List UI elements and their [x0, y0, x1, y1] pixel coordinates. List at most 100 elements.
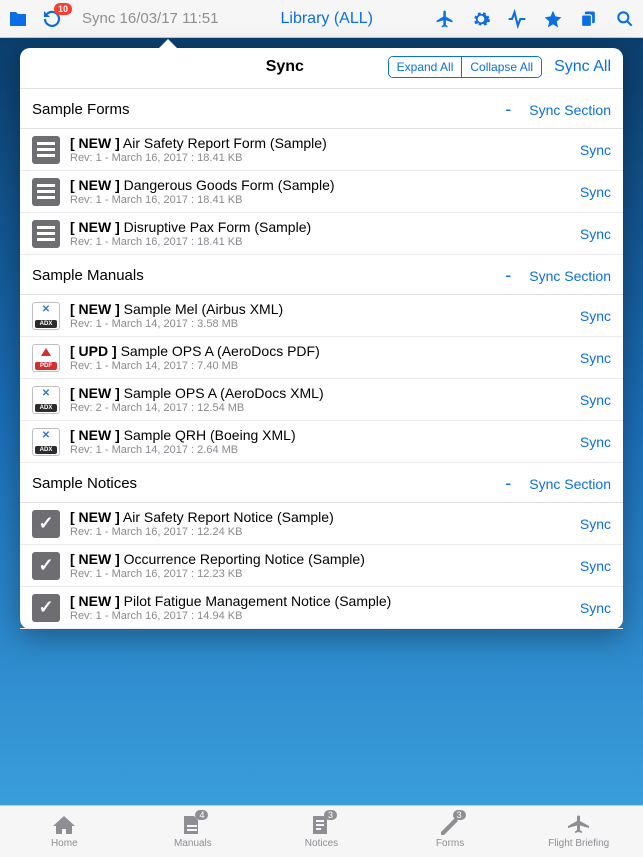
top-toolbar: 10 Sync 16/03/17 11:51 Library (ALL) — [0, 0, 643, 38]
list-item[interactable]: [ UPD ] Sample OPS A (AeroDocs PDF)Rev: … — [20, 337, 623, 379]
section-title: Sample Manuals — [32, 267, 505, 284]
item-name: Sample OPS A (AeroDocs XML) — [124, 385, 324, 401]
sync-section-button[interactable]: Sync Section — [529, 102, 611, 118]
tab-flight-briefing[interactable]: Flight Briefing — [514, 806, 643, 857]
tab-badge: 4 — [195, 810, 208, 820]
folder-icon[interactable] — [8, 10, 28, 28]
chk-file-icon — [32, 552, 60, 580]
section-header: Sample Forms- Sync Section — [20, 89, 623, 129]
status-tag: [ NEW ] — [70, 551, 120, 567]
refresh-badge: 10 — [54, 3, 72, 15]
list-item[interactable]: [ NEW ] Dangerous Goods Form (Sample)Rev… — [20, 171, 623, 213]
item-name: Air Safety Report Notice (Sample) — [123, 509, 334, 525]
search-icon[interactable] — [615, 9, 635, 29]
tab-label: Notices — [305, 838, 338, 849]
item-text: [ NEW ] Air Safety Report Form (Sample)R… — [70, 135, 580, 164]
star-icon[interactable] — [543, 9, 563, 29]
popover-title: Sync — [182, 58, 388, 76]
list-item[interactable]: [ NEW ] Disruptive Pax Form (Sample)Rev:… — [20, 213, 623, 255]
tab-label: Manuals — [174, 838, 212, 849]
item-meta: Rev: 1 - March 16, 2017 : 12.23 KB — [70, 568, 580, 580]
item-text: [ NEW ] Occurrence Reporting Notice (Sam… — [70, 551, 580, 580]
list-item[interactable]: [ NEW ] Pilot Fatigue Management Notice … — [20, 587, 623, 629]
xml-file-icon — [32, 428, 60, 456]
item-text: [ NEW ] Sample OPS A (AeroDocs XML)Rev: … — [70, 385, 580, 414]
popover-header: Sync Expand All Collapse All Sync All — [20, 48, 623, 89]
section-title: Sample Forms — [32, 101, 505, 118]
tab-home[interactable]: Home — [0, 806, 129, 857]
sync-popover: Sync Expand All Collapse All Sync All Sa… — [20, 48, 623, 629]
sync-item-button[interactable]: Sync — [580, 434, 611, 450]
sync-item-button[interactable]: Sync — [580, 558, 611, 574]
status-tag: [ NEW ] — [70, 135, 120, 151]
tab-badge: 3 — [324, 810, 337, 820]
list-item[interactable]: [ NEW ] Sample QRH (Boeing XML)Rev: 1 - … — [20, 421, 623, 463]
chk-file-icon — [32, 594, 60, 622]
sync-all-button[interactable]: Sync All — [554, 58, 611, 76]
item-meta: Rev: 2 - March 14, 2017 : 12.54 MB — [70, 402, 580, 414]
status-tag: [ NEW ] — [70, 219, 120, 235]
status-tag: [ UPD ] — [70, 343, 117, 359]
sync-item-button[interactable]: Sync — [580, 392, 611, 408]
status-tag: [ NEW ] — [70, 177, 120, 193]
collapse-toggle[interactable]: - — [505, 99, 511, 120]
item-meta: Rev: 1 - March 16, 2017 : 18.41 KB — [70, 152, 580, 164]
gear-icon[interactable] — [471, 9, 491, 29]
sync-item-button[interactable]: Sync — [580, 184, 611, 200]
item-name: Disruptive Pax Form (Sample) — [124, 219, 312, 235]
sync-item-button[interactable]: Sync — [580, 308, 611, 324]
expand-all-button[interactable]: Expand All — [389, 57, 462, 77]
item-text: [ UPD ] Sample OPS A (AeroDocs PDF)Rev: … — [70, 343, 580, 372]
xml-file-icon — [32, 386, 60, 414]
sync-item-button[interactable]: Sync — [580, 350, 611, 366]
item-text: [ NEW ] Sample QRH (Boeing XML)Rev: 1 - … — [70, 427, 580, 456]
tab-label: Flight Briefing — [548, 838, 609, 849]
refresh-icon[interactable]: 10 — [42, 9, 62, 29]
sync-timestamp: Sync 16/03/17 11:51 — [82, 10, 219, 27]
item-text: [ NEW ] Disruptive Pax Form (Sample)Rev:… — [70, 219, 580, 248]
list-item[interactable]: [ NEW ] Occurrence Reporting Notice (Sam… — [20, 545, 623, 587]
tab-label: Forms — [436, 838, 464, 849]
item-name: Pilot Fatigue Management Notice (Sample) — [124, 593, 392, 609]
list-item[interactable]: [ NEW ] Sample Mel (Airbus XML)Rev: 1 - … — [20, 295, 623, 337]
sync-section-button[interactable]: Sync Section — [529, 476, 611, 492]
collapse-all-button[interactable]: Collapse All — [461, 57, 541, 77]
item-meta: Rev: 1 - March 14, 2017 : 3.58 MB — [70, 318, 580, 330]
item-meta: Rev: 1 - March 16, 2017 : 12.24 KB — [70, 526, 580, 538]
tab-label: Home — [51, 838, 78, 849]
item-meta: Rev: 1 - March 14, 2017 : 2.64 MB — [70, 444, 580, 456]
tab-notices[interactable]: 3 Notices — [257, 806, 386, 857]
sync-item-button[interactable]: Sync — [580, 516, 611, 532]
status-tag: [ NEW ] — [70, 427, 120, 443]
section-title: Sample Notices — [32, 475, 505, 492]
sync-item-button[interactable]: Sync — [580, 142, 611, 158]
doc-file-icon — [32, 220, 60, 248]
tab-manuals[interactable]: 4 Manuals — [129, 806, 258, 857]
sync-section-button[interactable]: Sync Section — [529, 268, 611, 284]
activity-icon[interactable] — [507, 9, 527, 29]
sync-item-button[interactable]: Sync — [580, 600, 611, 616]
airplane-icon[interactable] — [435, 9, 455, 29]
list-item[interactable]: [ NEW ] Air Safety Report Form (Sample)R… — [20, 129, 623, 171]
list-item[interactable]: [ NEW ] Air Safety Report Notice (Sample… — [20, 503, 623, 545]
collapse-toggle[interactable]: - — [505, 473, 511, 494]
list-item[interactable]: [ NEW ] Sample OPS A (AeroDocs XML)Rev: … — [20, 379, 623, 421]
item-name: Occurrence Reporting Notice (Sample) — [124, 551, 365, 567]
pdf-file-icon — [32, 344, 60, 372]
item-meta: Rev: 1 - March 16, 2017 : 18.41 KB — [70, 236, 580, 248]
tab-forms[interactable]: 3 Forms — [386, 806, 515, 857]
chk-file-icon — [32, 510, 60, 538]
expand-collapse-segment: Expand All Collapse All — [388, 56, 542, 78]
item-name: Dangerous Goods Form (Sample) — [124, 177, 335, 193]
item-text: [ NEW ] Dangerous Goods Form (Sample)Rev… — [70, 177, 580, 206]
copy-icon[interactable] — [579, 9, 599, 29]
xml-file-icon — [32, 302, 60, 330]
doc-file-icon — [32, 178, 60, 206]
item-meta: Rev: 1 - March 16, 2017 : 18.41 KB — [70, 194, 580, 206]
collapse-toggle[interactable]: - — [505, 265, 511, 286]
bottom-tabbar: Home 4 Manuals 3 Notices 3 Forms Flight … — [0, 805, 643, 857]
section-header: Sample Notices- Sync Section — [20, 463, 623, 503]
page-title[interactable]: Library (ALL) — [227, 10, 428, 28]
sync-item-button[interactable]: Sync — [580, 226, 611, 242]
status-tag: [ NEW ] — [70, 509, 120, 525]
